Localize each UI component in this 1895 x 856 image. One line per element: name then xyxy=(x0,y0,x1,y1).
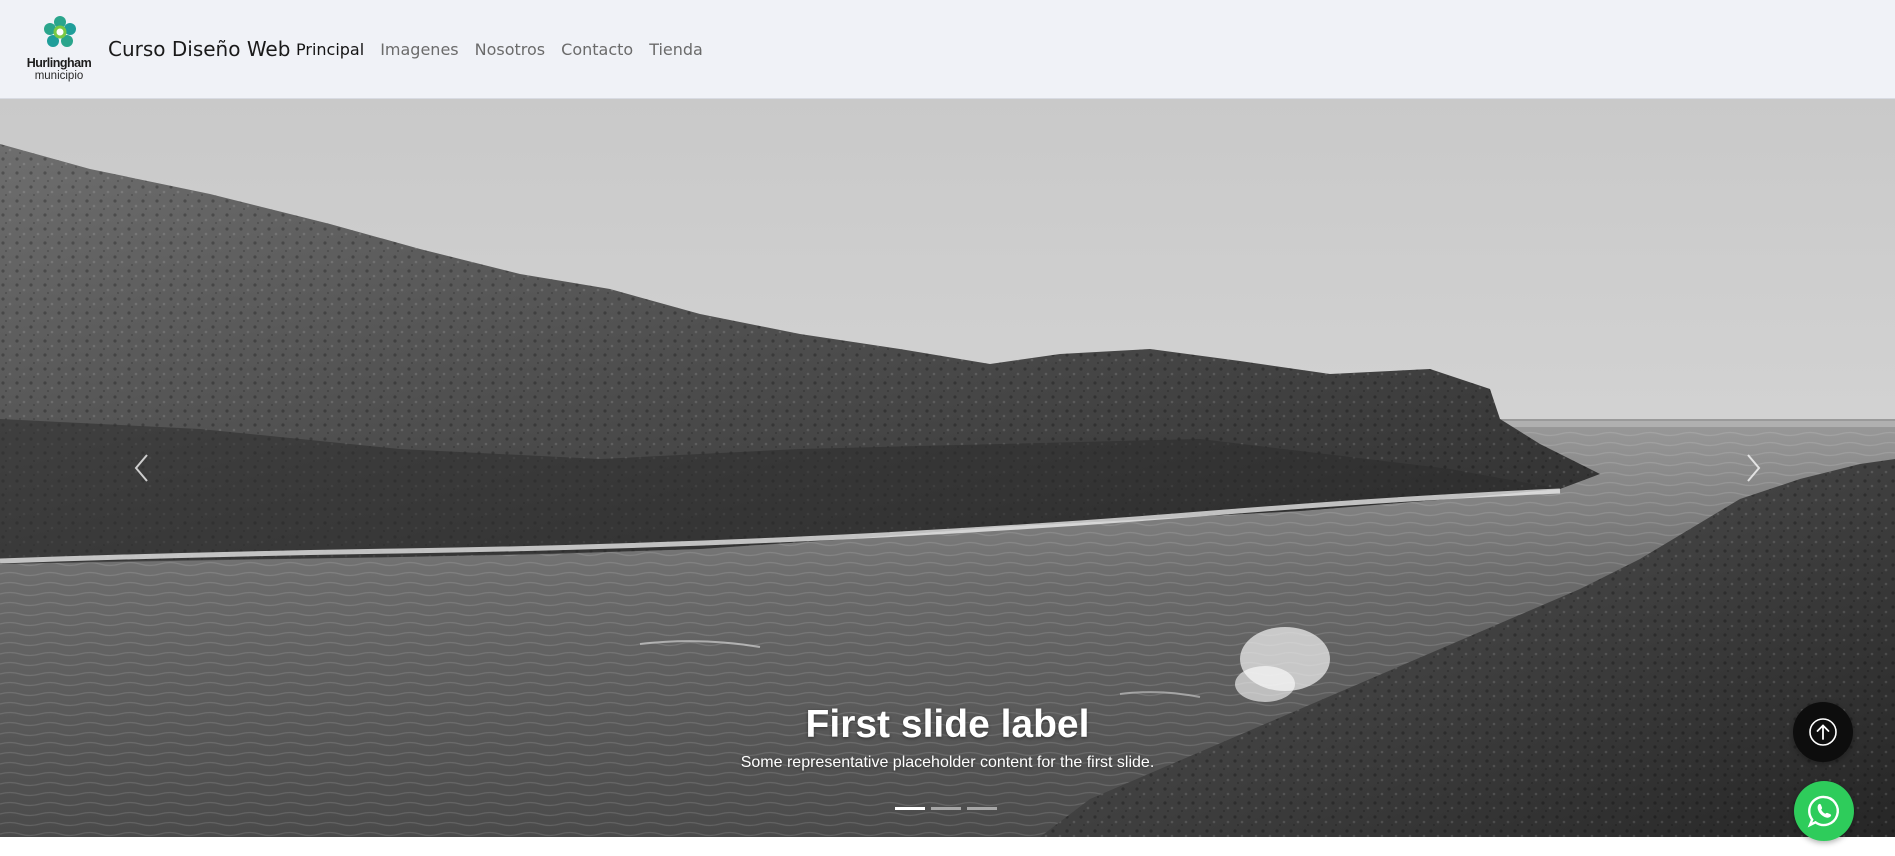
navbar: Hurlingham municipio Curso Diseño Web Pr… xyxy=(0,0,1895,99)
nav-link-tienda[interactable]: Tienda xyxy=(649,40,703,59)
slide-title: First slide label xyxy=(805,703,1090,746)
whatsapp-icon xyxy=(1807,795,1839,828)
chevron-left-icon xyxy=(134,454,148,482)
whatsapp-button[interactable] xyxy=(1794,781,1854,841)
slide-caption: First slide label Some representative pl… xyxy=(0,702,1895,772)
nav-link-principal[interactable]: Principal xyxy=(296,40,364,59)
nav-links: Principal Imagenes Nosotros Contacto Tie… xyxy=(296,40,703,59)
hurlingham-logo[interactable]: Hurlingham municipio xyxy=(22,16,96,86)
brand-link[interactable]: Curso Diseño Web xyxy=(108,37,290,61)
chevron-right-icon xyxy=(1747,454,1761,482)
logo-name: Hurlingham xyxy=(26,56,92,70)
back-to-top-button[interactable] xyxy=(1793,702,1853,762)
nav-link-contacto[interactable]: Contacto xyxy=(561,40,633,59)
nav-link-imagenes[interactable]: Imagenes xyxy=(380,40,458,59)
indicator-3[interactable] xyxy=(967,807,997,810)
arrow-up-icon xyxy=(1809,718,1837,746)
slide-text: Some representative placeholder content … xyxy=(740,754,1155,771)
indicator-1[interactable] xyxy=(895,807,925,810)
carousel-indicators xyxy=(895,807,997,810)
hero-carousel: First slide label Some representative pl… xyxy=(0,99,1895,837)
nav-link-nosotros[interactable]: Nosotros xyxy=(475,40,546,59)
indicator-2[interactable] xyxy=(931,807,961,810)
flower-logo-icon xyxy=(44,16,76,47)
logo-subtitle: municipio xyxy=(34,70,84,82)
